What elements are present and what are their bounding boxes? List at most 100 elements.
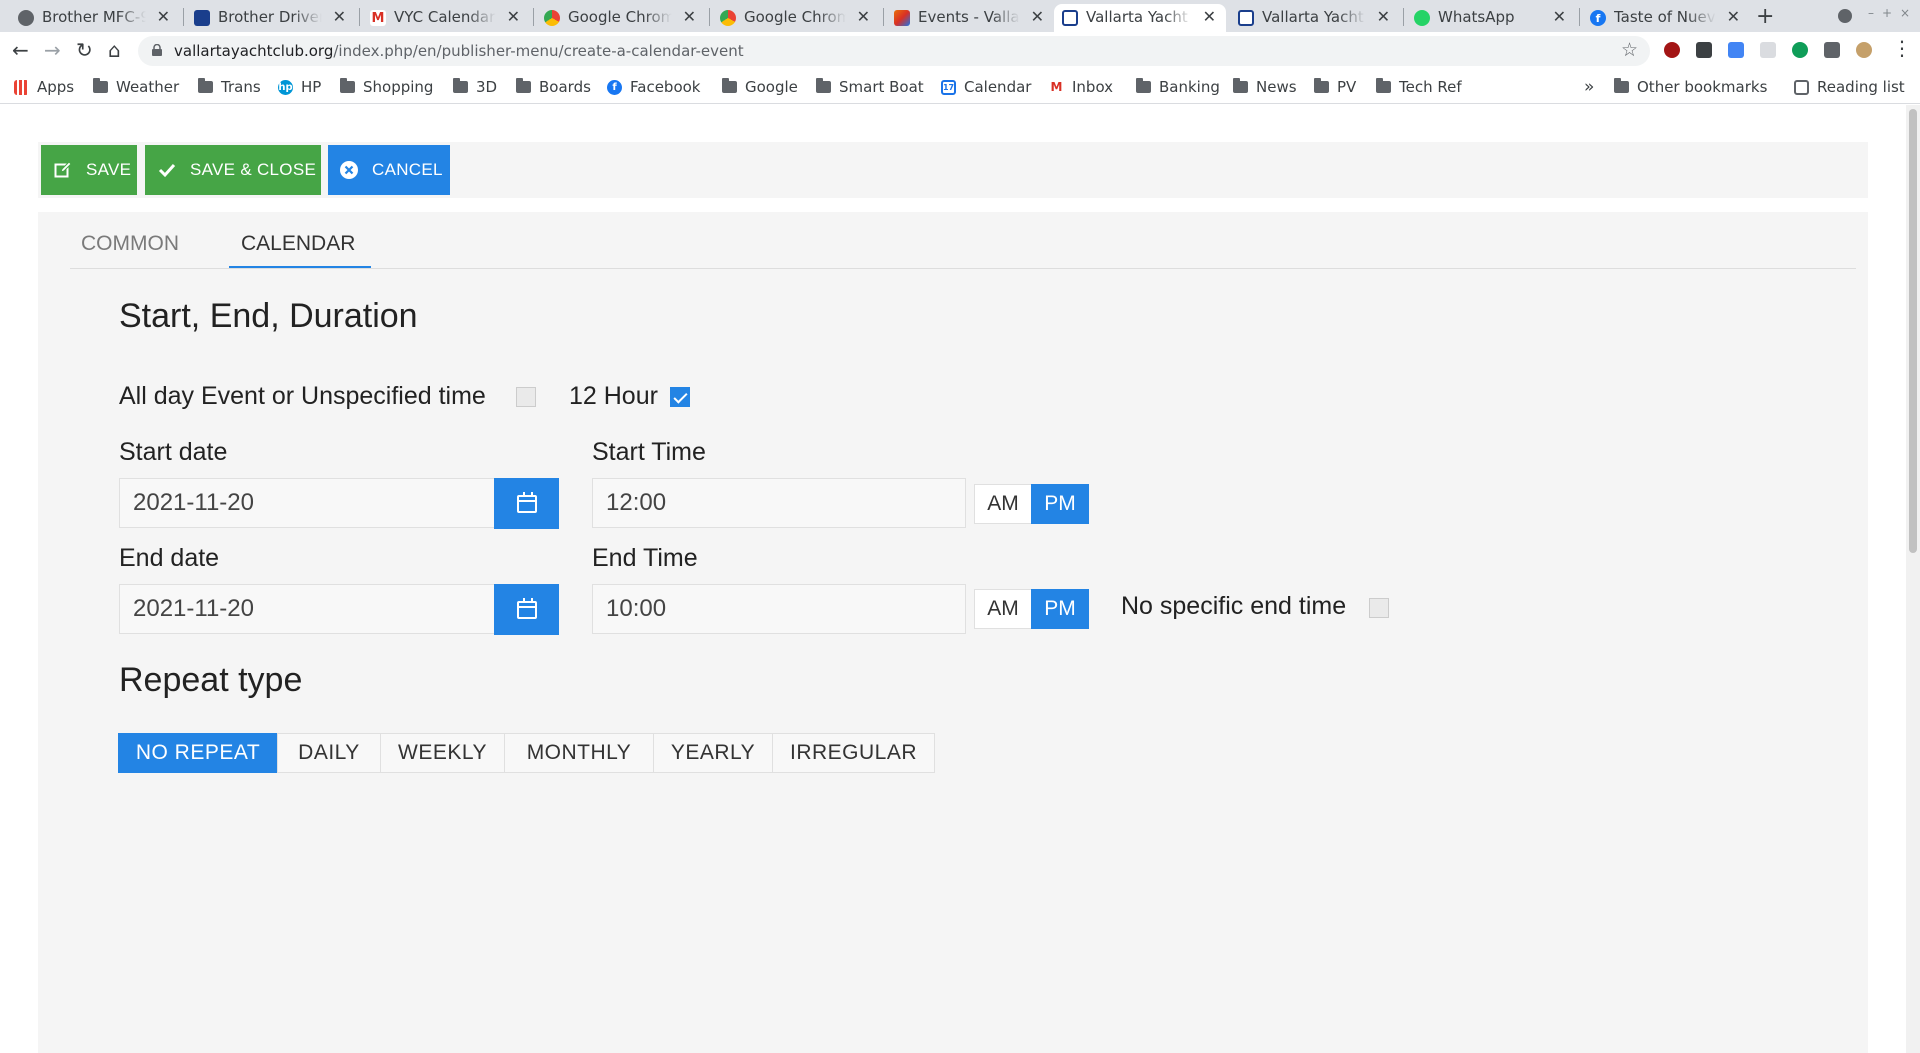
no-end-time-label: No specific end time (1121, 592, 1347, 620)
repeat-weekly-button[interactable]: WEEKLY (380, 733, 505, 773)
window-controls[interactable]: –+× (1868, 6, 1918, 20)
reload-icon[interactable]: ↻ (76, 38, 93, 62)
tab-strip: Brother MFC-9 ✕ Brother Driver ✕ M VYC C… (0, 0, 1920, 32)
repeat-irregular-button[interactable]: IRREGULAR (772, 733, 935, 773)
tab-calendar[interactable]: CALENDAR (241, 232, 355, 256)
bookmark-calendar[interactable]: 17 Calendar (941, 76, 1031, 98)
close-tab-icon[interactable]: ✕ (1031, 7, 1044, 26)
repeat-no-repeat-button[interactable]: NO REPEAT (118, 733, 278, 773)
extension-icon[interactable] (1696, 42, 1712, 58)
grammarly-icon[interactable] (1792, 42, 1808, 58)
close-tab-icon[interactable]: ✕ (683, 7, 696, 26)
tab-common[interactable]: COMMON (81, 232, 179, 256)
site-favicon-icon (1062, 10, 1078, 26)
browser-tab[interactable]: Google Chrom ✕ (536, 4, 706, 32)
close-tab-icon[interactable]: ✕ (157, 7, 170, 26)
bookmark-tech-ref[interactable]: Tech Ref (1376, 76, 1462, 98)
browser-tab-active[interactable]: Vallarta Yacht ✕ (1054, 4, 1226, 32)
calendar-icon (516, 491, 537, 513)
start-pm-button[interactable]: PM (1031, 484, 1089, 524)
bookmark-smart-boat[interactable]: Smart Boat (816, 76, 924, 98)
no-end-time-checkbox[interactable] (1369, 598, 1389, 618)
browser-tab[interactable]: Events - Vallart ✕ (886, 4, 1054, 32)
close-tab-icon[interactable]: ✕ (1553, 7, 1566, 26)
cancel-label: CANCEL (372, 160, 443, 179)
all-day-label: All day Event or Unspecified time (119, 382, 486, 410)
close-tab-icon[interactable]: ✕ (857, 7, 870, 26)
bookmark-facebook[interactable]: f Facebook (607, 76, 700, 98)
tab-title: Brother MFC-9 (42, 8, 146, 26)
folder-icon (198, 78, 213, 93)
bookmark-pv[interactable]: PV (1314, 76, 1356, 98)
tab-title: Google Chrom (568, 8, 672, 26)
bookmark-star-icon[interactable]: ☆ (1621, 39, 1638, 61)
tab-title: Vallarta Yacht (1086, 8, 1192, 26)
bookmark-weather[interactable]: Weather (93, 76, 179, 98)
forward-icon[interactable]: → (44, 38, 61, 62)
bookmarks-bar: Apps Weather Trans hp HP Shopping 3D Boar… (0, 70, 1920, 104)
start-date-input[interactable]: 2021-11-20 (119, 478, 495, 528)
save-close-button[interactable]: SAVE & CLOSE (145, 145, 321, 195)
start-date-picker-button[interactable] (494, 478, 559, 529)
start-time-input[interactable]: 12:00 (592, 478, 966, 528)
bookmarks-overflow-button[interactable]: » (1584, 76, 1594, 98)
browser-tab[interactable]: Google Chrom ✕ (712, 4, 880, 32)
end-pm-button[interactable]: PM (1031, 589, 1089, 629)
menu-icon[interactable]: ⋮ (1892, 36, 1912, 60)
save-button[interactable]: SAVE (41, 145, 137, 195)
bookmark-trans[interactable]: Trans (198, 76, 261, 98)
browser-tab[interactable]: M VYC Calendar ✕ (362, 4, 530, 32)
bookmark-label: Banking (1159, 78, 1220, 96)
save-label: SAVE (86, 160, 132, 179)
back-icon[interactable]: ← (12, 38, 29, 62)
bookmark-news[interactable]: News (1233, 76, 1297, 98)
gmail-icon: M (1049, 79, 1064, 95)
ublock-icon[interactable] (1664, 42, 1680, 58)
puzzle-icon[interactable] (1824, 42, 1840, 58)
bookmark-hp[interactable]: hp HP (278, 76, 321, 98)
end-am-button[interactable]: AM (974, 589, 1032, 629)
end-date-input[interactable]: 2021-11-20 (119, 584, 495, 634)
close-tab-icon[interactable]: ✕ (507, 7, 520, 26)
bookmark-boards[interactable]: Boards (516, 76, 591, 98)
bookmark-inbox[interactable]: M Inbox (1049, 76, 1113, 98)
scrollbar[interactable] (1906, 105, 1920, 1053)
browser-tab[interactable]: Vallarta Yacht ✕ (1230, 4, 1400, 32)
cancel-button[interactable]: CANCEL (328, 145, 450, 195)
bookmark-apps[interactable]: Apps (14, 76, 74, 98)
close-tab-icon[interactable]: ✕ (333, 7, 346, 26)
address-bar[interactable]: vallartayachtclub.org/index.php/en/publi… (138, 36, 1650, 66)
browser-toolbar: ← → ↻ ⌂ vallartayachtclub.org/index.php/… (0, 32, 1920, 70)
tab-title: Google Chrom (744, 8, 846, 26)
scrollbar-thumb[interactable] (1909, 109, 1917, 553)
browser-tab[interactable]: f Taste of Nueve ✕ (1582, 4, 1750, 32)
browser-tab[interactable]: Brother MFC-9 ✕ (10, 4, 180, 32)
close-tab-icon[interactable]: ✕ (1203, 7, 1216, 26)
extension-icon[interactable] (1760, 42, 1776, 58)
end-date-picker-button[interactable] (494, 584, 559, 635)
avatar[interactable] (1856, 42, 1872, 58)
bookmark-label: Reading list (1817, 78, 1905, 96)
new-tab-icon[interactable]: + (1756, 4, 1774, 29)
start-am-button[interactable]: AM (974, 484, 1032, 524)
repeat-yearly-button[interactable]: YEARLY (653, 733, 773, 773)
reading-list-button[interactable]: Reading list (1794, 76, 1905, 98)
bookmark-3d[interactable]: 3D (453, 76, 497, 98)
bookmark-banking[interactable]: Banking (1136, 76, 1220, 98)
home-icon[interactable]: ⌂ (108, 38, 121, 62)
repeat-daily-button[interactable]: DAILY (277, 733, 381, 773)
all-day-checkbox[interactable] (516, 387, 536, 407)
end-time-input[interactable]: 10:00 (592, 584, 966, 634)
tab-search-icon[interactable] (1838, 9, 1852, 23)
bookmark-shopping[interactable]: Shopping (340, 76, 433, 98)
twelve-hour-checkbox[interactable] (670, 387, 690, 407)
bookmark-other[interactable]: Other bookmarks (1614, 76, 1767, 98)
translate-icon[interactable] (1728, 42, 1744, 58)
url-path: /index.php/en/publisher-menu/create-a-ca… (333, 42, 744, 60)
repeat-monthly-button[interactable]: MONTHLY (504, 733, 654, 773)
browser-tab[interactable]: Brother Driver ✕ (186, 4, 356, 32)
close-tab-icon[interactable]: ✕ (1727, 7, 1740, 26)
close-tab-icon[interactable]: ✕ (1377, 7, 1390, 26)
browser-tab[interactable]: WhatsApp ✕ (1406, 4, 1576, 32)
bookmark-google[interactable]: Google (722, 76, 798, 98)
